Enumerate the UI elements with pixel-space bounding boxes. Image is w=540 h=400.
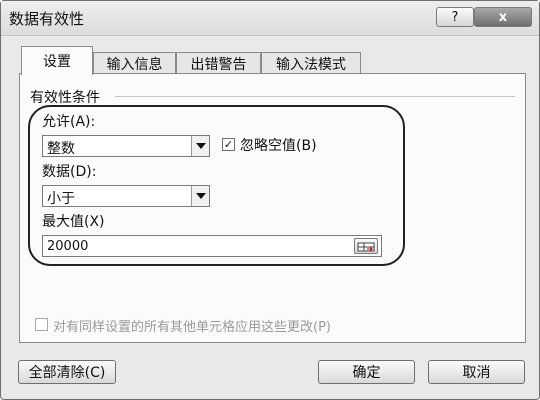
clear-all-button[interactable]: 全部清除(C): [18, 360, 116, 384]
apply-all-label: 对有同样设置的所有其他单元格应用这些更改(P): [53, 320, 331, 335]
allow-select[interactable]: 整数: [42, 135, 210, 157]
range-selector-button[interactable]: [354, 238, 378, 254]
validation-criteria-label: 有效性条件: [30, 90, 100, 106]
allow-value: 整数: [47, 141, 75, 157]
apply-all-checkbox[interactable]: [35, 318, 48, 331]
help-button[interactable]: ?: [436, 7, 474, 27]
close-icon: x: [498, 9, 508, 25]
maximum-value: 20000: [47, 239, 89, 254]
dialog-title: 数据有效性: [9, 10, 85, 28]
data-value: 小于: [47, 191, 75, 207]
ok-button[interactable]: 确定: [318, 360, 415, 384]
title-bar[interactable]: 数据有效性 ? x: [1, 1, 539, 36]
ignore-blank-checkbox[interactable]: ✓: [222, 138, 235, 151]
tab-error-alert[interactable]: 出错警告: [176, 52, 261, 74]
chevron-down-icon: [195, 193, 206, 199]
data-dropdown-button[interactable]: [191, 186, 209, 206]
checkmark-icon: ✓: [223, 138, 234, 151]
group-separator: [115, 96, 515, 97]
data-label: 数据(D):: [42, 164, 97, 180]
tab-settings[interactable]: 设置: [21, 46, 93, 75]
tab-input-message[interactable]: 输入信息: [93, 52, 176, 74]
maximum-label: 最大值(X): [42, 214, 105, 230]
allow-label: 允许(A):: [42, 114, 96, 130]
settings-panel: 有效性条件 允许(A): 整数 ✓ 忽略空值(B) 数据(D): 小于 最大值(…: [19, 73, 526, 343]
tab-ime-mode[interactable]: 输入法模式: [261, 52, 361, 74]
cancel-button[interactable]: 取消: [428, 360, 525, 384]
range-selector-icon: [357, 242, 375, 252]
close-button[interactable]: x: [474, 7, 532, 27]
data-validation-dialog: 数据有效性 ? x 设置 输入信息 出错警告 输入法模式 有效性条件 允许(A)…: [0, 0, 540, 400]
chevron-down-icon: [195, 143, 206, 149]
data-select[interactable]: 小于: [42, 185, 210, 207]
maximum-input[interactable]: 20000: [42, 235, 382, 257]
ignore-blank-label: 忽略空值(B): [240, 138, 317, 154]
allow-dropdown-button[interactable]: [191, 136, 209, 156]
help-icon: ?: [451, 9, 459, 25]
